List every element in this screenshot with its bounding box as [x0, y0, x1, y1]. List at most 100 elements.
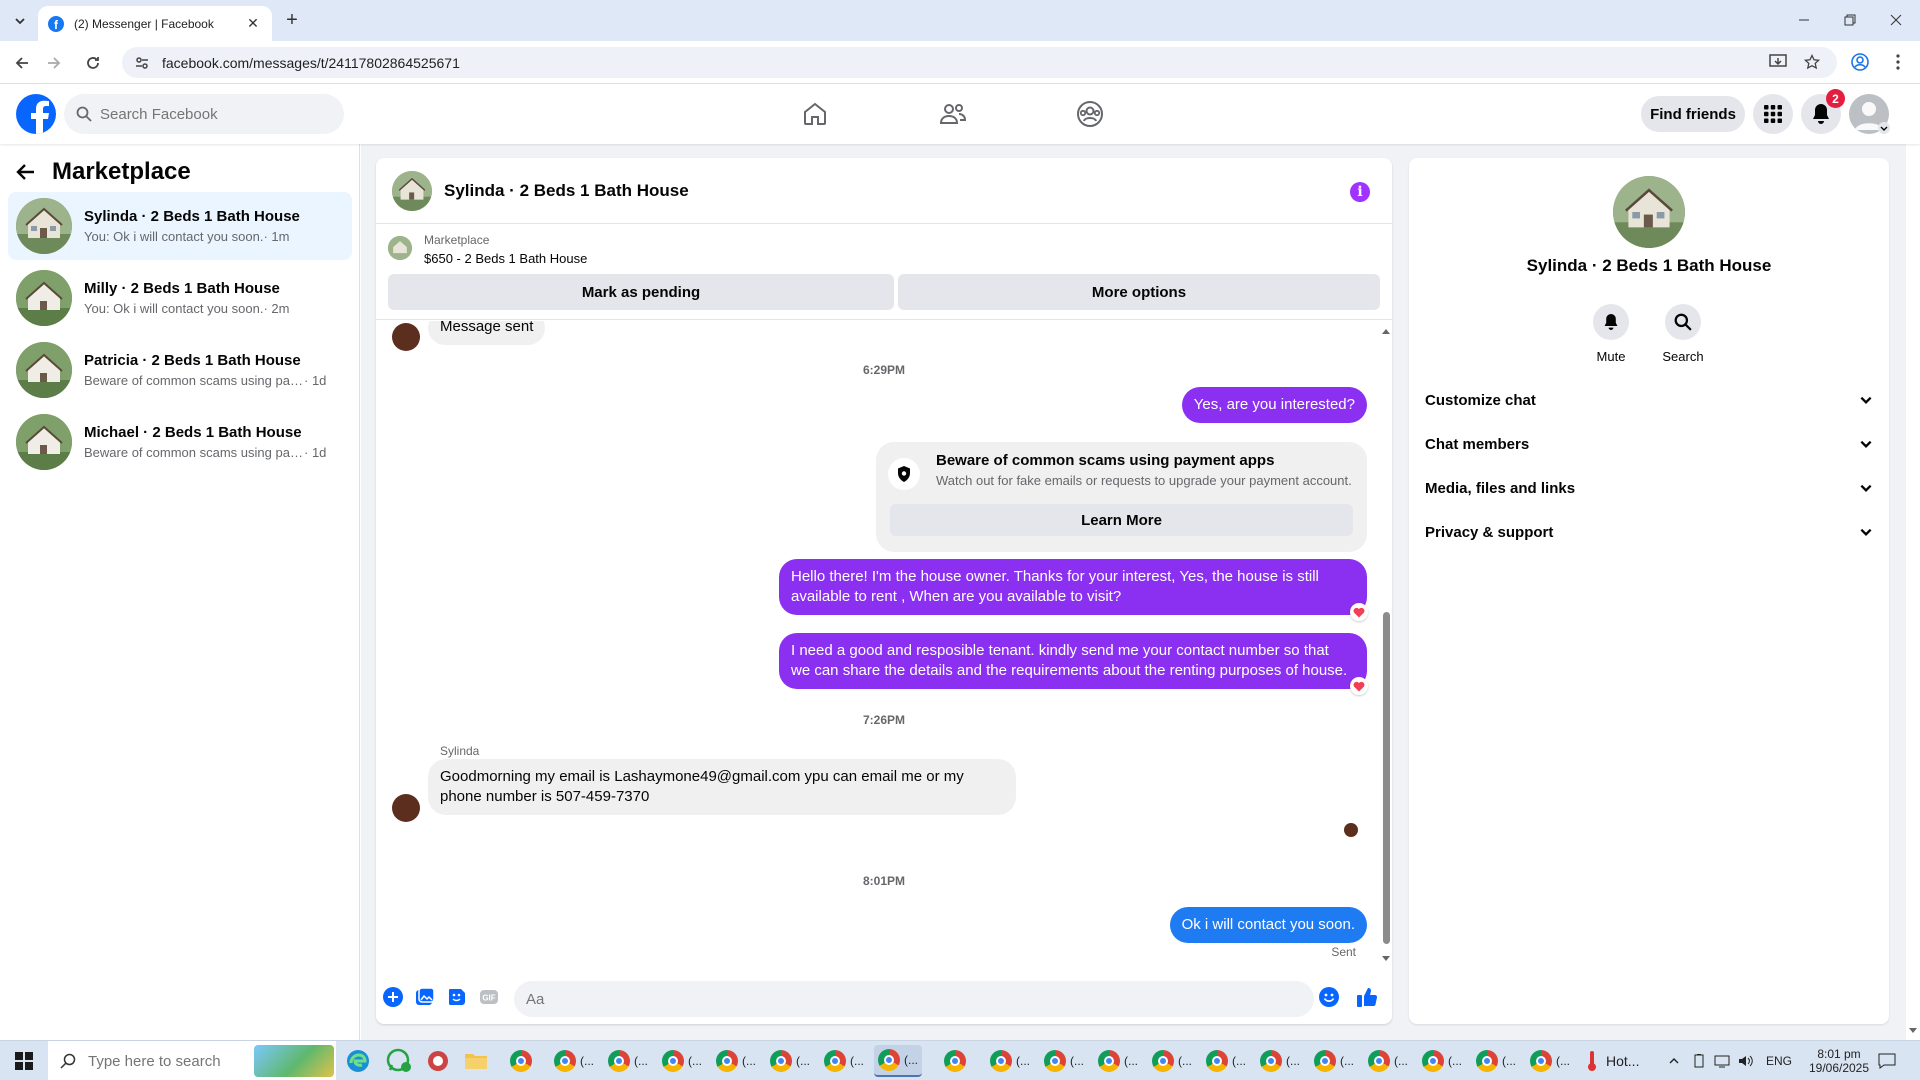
groups-nav-button[interactable]	[1035, 90, 1145, 138]
gif-button[interactable]: GIF	[478, 986, 500, 1008]
system-tray-icons[interactable]	[1692, 1041, 1754, 1080]
show-hidden-icons[interactable]	[1668, 1041, 1680, 1080]
customize-chat-section[interactable]: Customize chat	[1425, 382, 1873, 418]
facebook-search-box[interactable]	[64, 94, 344, 134]
new-tab-button[interactable]: +	[280, 9, 304, 33]
facebook-logo-icon[interactable]	[16, 94, 56, 134]
listing-price-title[interactable]: $650 - 2 Beds 1 Bath House	[424, 251, 587, 266]
chat-members-section[interactable]: Chat members	[1425, 426, 1873, 462]
chrome-window[interactable]: (...	[1418, 1045, 1466, 1077]
chrome-window[interactable]: (...	[1148, 1045, 1196, 1077]
mute-action[interactable]: Mute	[1581, 304, 1641, 364]
conversation-item[interactable]: Michael · 2 Beds 1 Bath House Beware of …	[8, 408, 352, 476]
search-icon[interactable]	[1665, 304, 1701, 340]
conversation-info-button[interactable]: i	[1350, 182, 1370, 202]
back-button[interactable]	[8, 49, 36, 77]
start-button[interactable]	[0, 1041, 48, 1080]
close-window-button[interactable]	[1876, 8, 1916, 32]
chrome-window[interactable]: (...	[658, 1045, 706, 1077]
info-icon: i	[1357, 184, 1363, 200]
house-profile-image[interactable]	[1613, 176, 1685, 248]
chrome-window[interactable]: (...	[1364, 1045, 1412, 1077]
page-scrollbar[interactable]	[1906, 84, 1920, 1040]
chrome-window[interactable]: (...	[550, 1045, 598, 1077]
url-text[interactable]: facebook.com/messages/t/2411780286452567…	[162, 55, 460, 71]
window-label: (...	[688, 1054, 702, 1068]
learn-more-button[interactable]: Learn More	[890, 504, 1353, 536]
chat-title[interactable]: Sylinda · 2 Beds 1 Bath House	[444, 181, 689, 201]
edge-app[interactable]	[342, 1045, 374, 1077]
more-options-button[interactable]: More options	[898, 274, 1380, 310]
attach-photo-button[interactable]	[414, 986, 436, 1008]
friends-nav-button[interactable]	[898, 90, 1008, 138]
chrome-app[interactable]	[940, 1045, 970, 1077]
thumbs-up-button[interactable]	[1356, 986, 1378, 1008]
chrome-window[interactable]: (...	[1094, 1045, 1142, 1077]
chrome-window[interactable]: (...	[604, 1045, 652, 1077]
taskbar-search[interactable]	[48, 1041, 336, 1080]
message-input[interactable]	[514, 981, 1314, 1017]
chrome-window[interactable]: (...	[986, 1045, 1034, 1077]
chrome-app[interactable]	[506, 1045, 536, 1077]
emoji-button[interactable]	[1318, 986, 1340, 1008]
mark-as-pending-button[interactable]: Mark as pending	[388, 274, 894, 310]
media-files-section[interactable]: Media, files and links	[1425, 470, 1873, 506]
tab-search-button[interactable]	[8, 9, 32, 33]
conversation-item[interactable]: Milly · 2 Beds 1 Bath House You: Ok i wi…	[8, 264, 352, 332]
chrome-window[interactable]: (...	[1310, 1045, 1358, 1077]
forward-button[interactable]	[40, 49, 68, 77]
listing-thumbnail[interactable]	[388, 236, 412, 260]
minimize-button[interactable]	[1784, 8, 1824, 32]
bell-icon[interactable]	[1593, 304, 1629, 340]
chat-header: Sylinda · 2 Beds 1 Bath House i	[376, 158, 1392, 224]
scrollbar-thumb[interactable]	[1383, 612, 1390, 944]
conversation-item[interactable]: Sylinda · 2 Beds 1 Bath House You: Ok i …	[8, 192, 352, 260]
bookmark-button[interactable]	[1798, 48, 1826, 76]
home-nav-button[interactable]	[760, 90, 870, 138]
language-indicator[interactable]: ENG	[1766, 1041, 1792, 1080]
search-action[interactable]: Search	[1653, 304, 1713, 364]
app-icon[interactable]	[422, 1045, 454, 1077]
browser-tab[interactable]: f (2) Messenger | Facebook ✕	[38, 6, 272, 41]
heart-reaction-icon[interactable]	[1350, 677, 1368, 695]
conversation-item[interactable]: Patricia · 2 Beds 1 Bath House Beware of…	[8, 336, 352, 404]
chrome-window[interactable]: (...	[1040, 1045, 1088, 1077]
site-info-icon[interactable]	[134, 55, 150, 71]
sticker-button[interactable]	[446, 986, 468, 1008]
scroll-up-icon[interactable]	[1382, 328, 1390, 334]
scroll-down-icon[interactable]	[1382, 956, 1390, 962]
facebook-search-input[interactable]	[100, 105, 320, 123]
chrome-window[interactable]: (...	[820, 1045, 868, 1077]
file-explorer-app[interactable]	[460, 1045, 492, 1077]
chat-scrollbar[interactable]	[1380, 328, 1392, 962]
restore-button[interactable]	[1830, 8, 1870, 32]
back-arrow-icon[interactable]	[16, 162, 36, 182]
chrome-window[interactable]: (...	[1256, 1045, 1304, 1077]
more-actions-button[interactable]	[382, 986, 404, 1008]
install-app-button[interactable]	[1764, 48, 1792, 76]
scroll-down-icon[interactable]	[1909, 1028, 1917, 1034]
chrome-window[interactable]: (...	[1472, 1045, 1520, 1077]
taskbar-search-input[interactable]	[88, 1052, 238, 1070]
chrome-window[interactable]: (...	[766, 1045, 814, 1077]
find-friends-button[interactable]: Find friends	[1641, 96, 1745, 132]
heart-reaction-icon[interactable]	[1350, 603, 1368, 621]
folder-icon	[465, 1054, 487, 1069]
chrome-window[interactable]: (...	[1526, 1045, 1574, 1077]
clock[interactable]: 8:01 pm 19/06/2025	[1806, 1041, 1872, 1080]
house-thumbnail[interactable]	[392, 170, 432, 211]
reload-button[interactable]	[79, 49, 107, 77]
privacy-support-section[interactable]: Privacy & support	[1425, 514, 1873, 550]
chrome-window[interactable]: (...	[712, 1045, 760, 1077]
account-chevron-icon[interactable]	[1878, 122, 1890, 134]
close-tab-icon[interactable]: ✕	[244, 15, 262, 32]
whatsapp-app[interactable]	[382, 1045, 416, 1077]
browser-menu-button[interactable]	[1884, 48, 1912, 76]
chrome-window[interactable]: (...	[1202, 1045, 1250, 1077]
menu-button[interactable]	[1753, 94, 1793, 134]
profile-button[interactable]	[1846, 48, 1874, 76]
address-bar[interactable]: facebook.com/messages/t/2411780286452567…	[122, 47, 1837, 78]
notification-center-button[interactable]	[1878, 1041, 1896, 1080]
chrome-window-active[interactable]: (...	[874, 1045, 922, 1077]
weather-widget[interactable]: Hot...	[1586, 1041, 1639, 1080]
